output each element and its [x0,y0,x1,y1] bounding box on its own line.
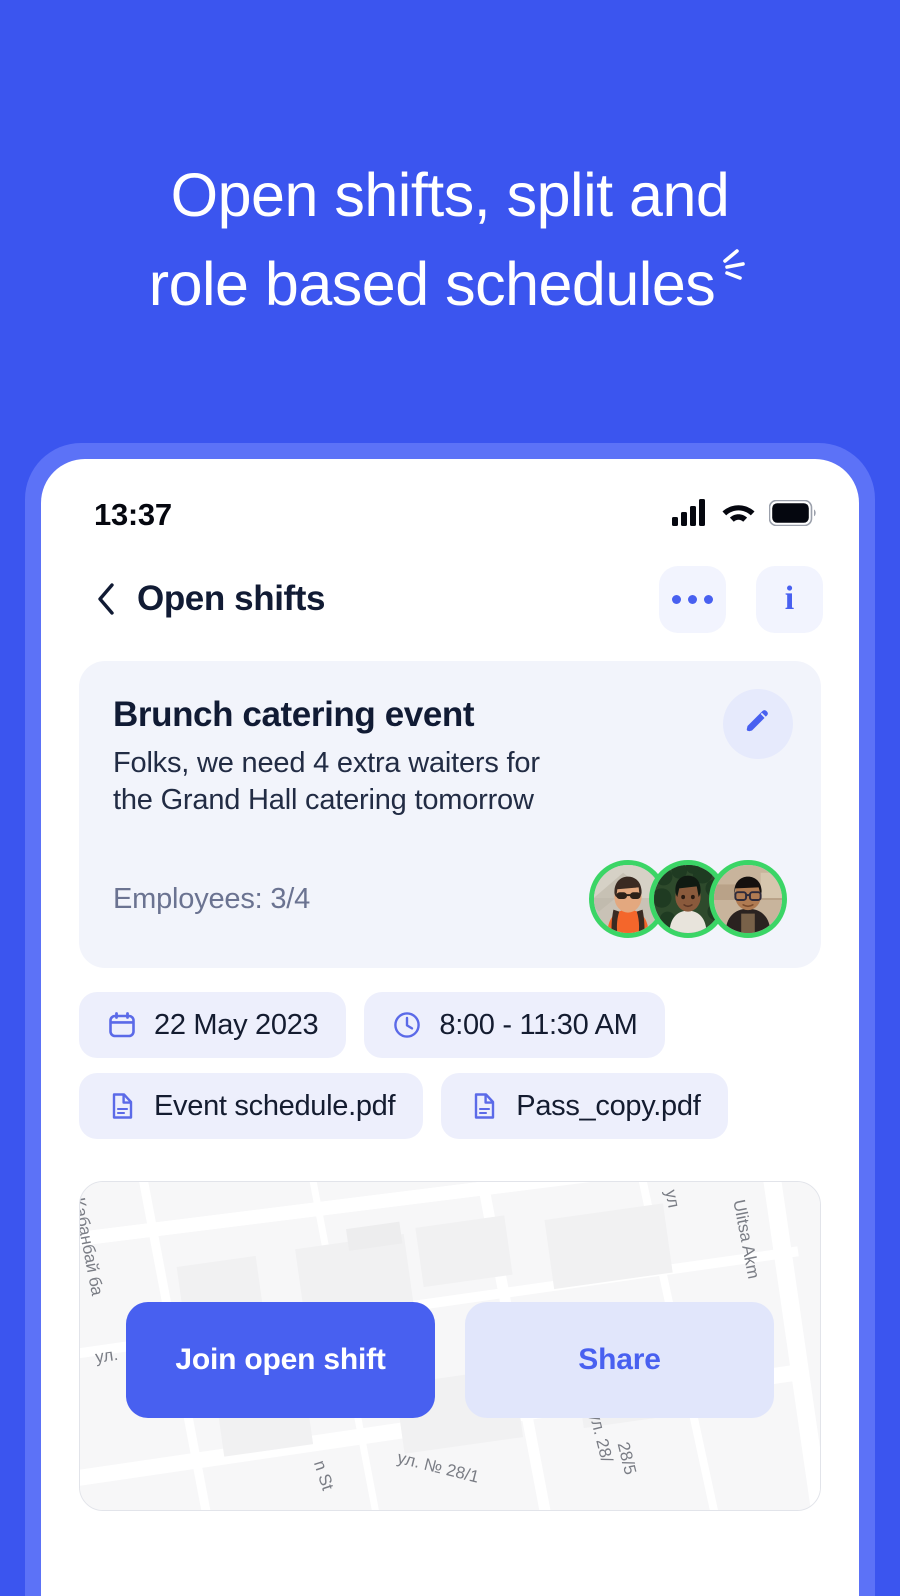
status-bar: 13:37 [41,459,859,551]
status-time: 13:37 [94,497,172,532]
status-icons [672,499,817,531]
more-options-icon [672,594,713,604]
event-description: Folks, we need 4 extra waiters for the G… [113,745,787,818]
phone-frame: 13:37 Open shifts i Brunch catering even… [25,443,875,1596]
action-buttons: Join open shift Share [126,1302,774,1419]
pencil-edit-icon [742,706,774,743]
headline-line-1: Open shifts, split and [170,161,730,229]
date-chip-label: 22 May 2023 [154,1008,319,1041]
employee-avatars[interactable] [589,860,787,939]
cellular-signal-icon [672,499,708,531]
event-description-line-2: the Grand Hall catering tomorrow [113,783,534,816]
event-title: Brunch catering event [113,695,475,734]
join-open-shift-button[interactable]: Join open shift [126,1302,435,1419]
event-description-line-1: Folks, we need 4 extra waiters for [113,747,540,779]
sparkle-icon [717,231,751,280]
battery-full-icon [768,499,817,531]
document-icon [107,1091,137,1121]
calendar-icon [107,1010,137,1040]
promo-headline: Open shifts, split and role based schedu… [0,160,900,320]
page-title: Open shifts [137,579,326,618]
info-button[interactable]: i [756,565,823,633]
attachment-chip-event-schedule[interactable]: Event schedule.pdf [79,1073,424,1140]
headline-line-2: role based schedules [148,249,716,318]
time-chip-label: 8:00 - 11:30 AM [439,1008,638,1041]
employees-count: Employees: 3/4 [113,882,311,915]
time-chip[interactable]: 8:00 - 11:30 AM [364,992,666,1059]
attachment-chip-pass-copy[interactable]: Pass_copy.pdf [441,1073,729,1140]
more-options-button[interactable] [659,565,726,633]
wifi-icon [720,499,757,531]
phone-screen: 13:37 Open shifts i Brunch catering even… [41,459,859,1596]
share-button[interactable]: Share [465,1302,774,1419]
date-chip[interactable]: 22 May 2023 [79,992,347,1059]
event-card[interactable]: Brunch catering event Folks, we need 4 e… [79,661,821,969]
avatar-employee-3[interactable] [709,860,787,939]
location-map[interactable]: Кабанбай ба ул Ulitsa Akm лмешит ул. n S… [79,1181,821,1512]
attachment-chip-label-1: Event schedule.pdf [154,1089,396,1122]
map-label-ul-left: ул. [94,1344,120,1367]
nav-bar: Open shifts i [41,551,859,647]
edit-event-button[interactable] [723,689,793,759]
document-icon [469,1091,499,1121]
headline-line-2-wrap: role based schedules [60,231,840,320]
info-icon: i [784,580,795,617]
back-chevron-icon[interactable] [93,581,119,617]
clock-icon [392,1010,422,1040]
event-card-footer: Employees: 3/4 [113,860,787,939]
attachment-chip-label-2: Pass_copy.pdf [516,1089,701,1122]
attachment-chips-row-2: Event schedule.pdf Pass_copy.pdf [41,1073,859,1140]
detail-chips-row-1: 22 May 2023 8:00 - 11:30 AM [41,992,859,1059]
map-label-ul-top: ул [661,1188,684,1210]
